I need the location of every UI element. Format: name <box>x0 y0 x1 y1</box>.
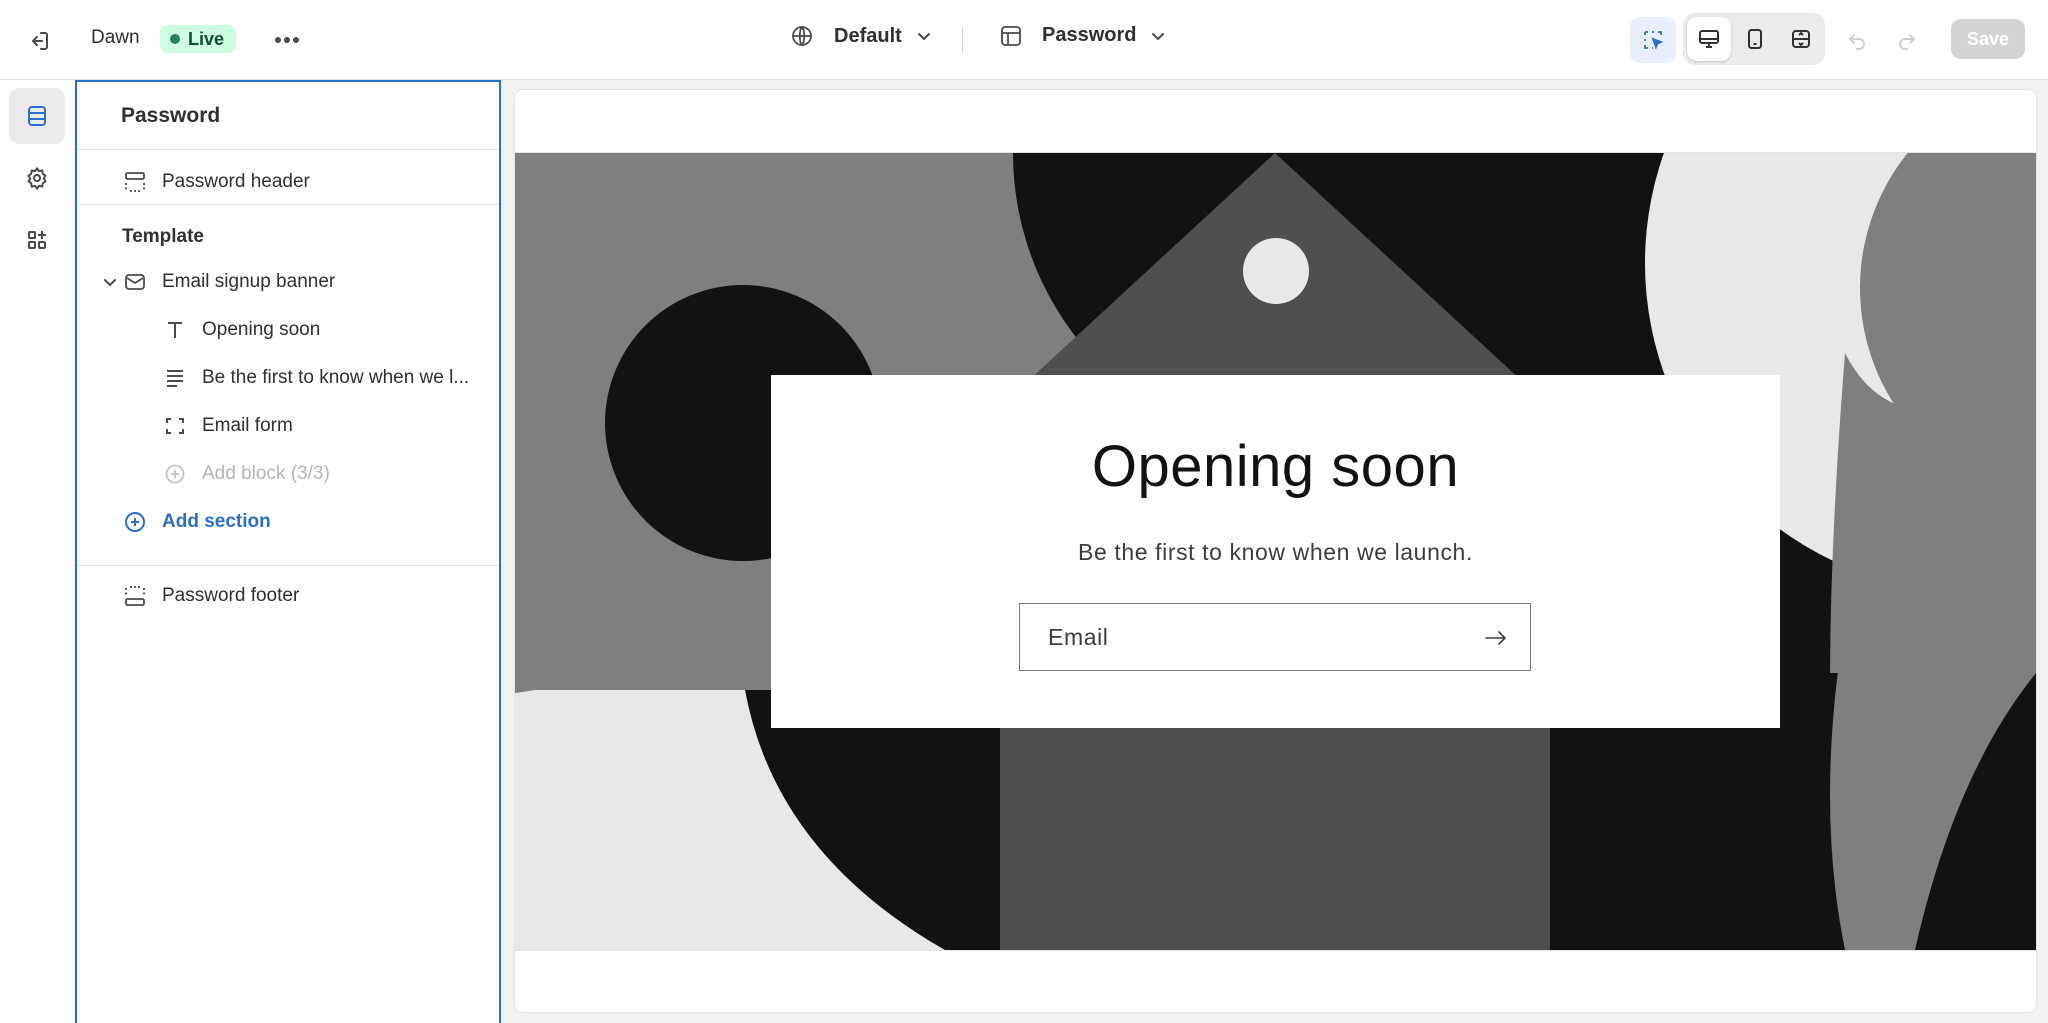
exit-button[interactable] <box>22 24 56 58</box>
template-group-label: Template <box>122 226 205 247</box>
theme-name: Dawn <box>91 27 140 48</box>
apps-icon <box>28 231 46 249</box>
language-label: Default <box>834 24 902 47</box>
desktop-icon <box>1699 30 1719 48</box>
sidebar-item-password-header[interactable]: Password header <box>77 160 499 204</box>
add-circle-icon <box>123 510 147 534</box>
block-item-label: Opening soon <box>202 319 321 340</box>
sections-tab[interactable] <box>9 88 65 144</box>
footer-section-icon <box>123 584 147 608</box>
add-section-button[interactable]: Add section <box>77 500 499 544</box>
text-icon <box>163 318 187 342</box>
undo-icon <box>1848 34 1865 50</box>
store-preview: Opening soon Be the first to know when w… <box>515 90 2036 1012</box>
fullscreen-icon <box>1792 30 1810 48</box>
more-actions-button[interactable] <box>270 23 304 57</box>
banner-subheading: Be the first to know when we launch. <box>1078 539 1473 565</box>
topbar-divider <box>962 27 963 53</box>
viewport-switcher <box>1683 13 1825 65</box>
sidebar-item-label: Email signup banner <box>162 271 336 292</box>
preview-header[interactable] <box>515 90 2036 153</box>
header-section-icon <box>123 170 147 194</box>
inspector-toggle-button[interactable] <box>1630 17 1676 63</box>
sections-sidebar: Password Password header Template Email … <box>75 80 501 1023</box>
email-form-icon <box>163 414 187 438</box>
add-block-button[interactable]: Add block (3/3) <box>77 452 499 496</box>
block-item-label: Be the first to know when we l... <box>202 367 470 388</box>
chevron-down-icon[interactable] <box>98 270 122 294</box>
apps-tab[interactable] <box>9 212 65 268</box>
status-dot-icon <box>170 34 180 44</box>
email-icon <box>123 270 147 294</box>
block-item-opening-soon[interactable]: Opening soon <box>77 308 499 352</box>
block-item-paragraph[interactable]: Be the first to know when we l... <box>77 356 499 400</box>
sections-icon <box>28 106 46 126</box>
signup-card: Opening soon Be the first to know when w… <box>771 375 1780 728</box>
layout-icon <box>1001 25 1021 46</box>
sidebar-divider <box>77 204 499 205</box>
block-item-label: Email form <box>202 415 293 436</box>
status-badge-label: Live <box>188 28 225 49</box>
sidebar-item-password-footer[interactable]: Password footer <box>77 574 499 618</box>
theme-settings-tab[interactable] <box>9 150 65 206</box>
subscribe-submit-button[interactable] <box>1480 622 1512 654</box>
sidebar-divider <box>77 149 499 150</box>
mobile-view-button[interactable] <box>1733 17 1777 61</box>
arrow-right-icon <box>1485 631 1507 645</box>
email-form <box>1019 603 1531 671</box>
template-selector[interactable]: Password <box>1000 24 1166 47</box>
exit-icon <box>32 32 48 50</box>
add-section-label: Add section <box>162 511 271 532</box>
block-item-email-form[interactable]: Email form <box>77 404 499 448</box>
sidebar-divider <box>77 565 499 566</box>
sidebar-item-label: Password header <box>162 171 310 192</box>
chevron-down-icon <box>1152 32 1165 40</box>
add-circle-icon <box>163 462 187 486</box>
redo-button[interactable] <box>1890 24 1924 58</box>
email-input[interactable] <box>1048 623 1468 651</box>
globe-icon <box>792 26 812 46</box>
desktop-view-button[interactable] <box>1687 17 1731 61</box>
gear-icon <box>27 166 47 190</box>
left-rail <box>0 80 74 1023</box>
add-block-label: Add block (3/3) <box>202 463 330 484</box>
sidebar-item-label: Password footer <box>162 585 300 606</box>
sidebar-item-email-signup-banner[interactable]: Email signup banner <box>77 260 499 304</box>
banner-heading: Opening soon <box>1091 434 1460 499</box>
ellipsis-icon <box>275 37 299 43</box>
editor-topbar: Dawn Live Default Password Save <box>0 0 2048 80</box>
status-badge: Live <box>160 25 237 53</box>
template-label: Password <box>1042 24 1137 46</box>
mobile-icon <box>1748 29 1762 49</box>
language-selector[interactable]: Default <box>790 24 932 48</box>
undo-button[interactable] <box>1840 24 1874 58</box>
paragraph-icon <box>163 366 187 390</box>
preview-footer[interactable] <box>515 950 2036 1012</box>
inspector-cursor-icon <box>1644 31 1664 50</box>
save-button[interactable]: Save <box>1951 19 2025 59</box>
chevron-down-icon <box>917 33 930 41</box>
redo-icon <box>1899 34 1916 50</box>
full-width-view-button[interactable] <box>1779 17 1823 61</box>
sidebar-title: Password <box>121 104 221 127</box>
